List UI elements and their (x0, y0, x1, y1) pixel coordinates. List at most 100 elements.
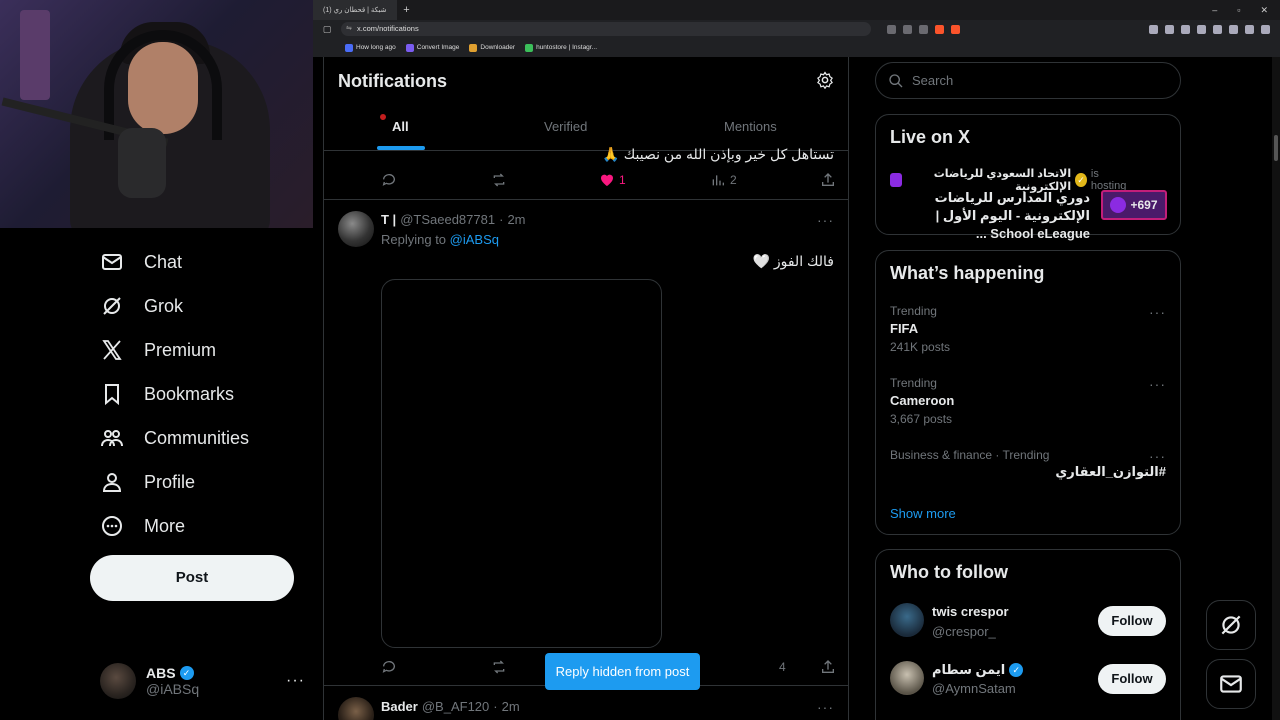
bookmark-item[interactable]: Downloader (469, 43, 516, 52)
account-handle: @iABSq (146, 681, 200, 697)
replying-to-link[interactable]: @iABSq (450, 232, 499, 247)
bookmark-item[interactable]: Convert Image (405, 43, 459, 52)
tweet-media[interactable] (381, 279, 662, 648)
tab-all[interactable]: All (392, 119, 409, 134)
tab-mentions[interactable]: Mentions (724, 119, 777, 134)
extension-icon[interactable] (1149, 24, 1158, 34)
scrollbar-thumb[interactable] (1274, 135, 1278, 161)
sidebar-item-more[interactable]: More (90, 504, 185, 548)
views-button[interactable]: 4 (779, 660, 786, 674)
wallet-icon[interactable] (1213, 24, 1222, 34)
show-more-link[interactable]: Show more (890, 506, 956, 521)
brave-rewards-icon[interactable] (951, 24, 960, 34)
url-text: x.com/notifications (357, 24, 419, 33)
search-placeholder: Search (912, 73, 954, 88)
sidebar-item-grok[interactable]: Grok (90, 284, 183, 328)
reply-icon (382, 174, 395, 186)
menu-icon[interactable] (1261, 24, 1270, 34)
tweet-author-name[interactable]: T | (381, 212, 396, 227)
views-button[interactable]: 2 (710, 172, 737, 188)
tweet-author-name[interactable]: Bader (381, 699, 418, 714)
site-info-icon[interactable]: ⇋ (346, 22, 352, 36)
browser-tab[interactable]: (1) شبكة | قحطان ري (313, 0, 397, 20)
trend-name[interactable]: #التوازن_العقاري (1055, 464, 1166, 480)
avatar[interactable] (338, 211, 374, 247)
tweet-time[interactable]: 2m (502, 699, 520, 714)
search-icon (889, 73, 903, 87)
tweet-author-handle[interactable]: @TSaeed87781 (400, 212, 495, 227)
avatar[interactable] (890, 603, 924, 637)
new-tab-button[interactable]: + (397, 4, 417, 16)
trend-name[interactable]: Cameroon (890, 393, 954, 408)
minimize-icon[interactable]: – (1212, 5, 1217, 16)
close-icon[interactable]: ✕ (1260, 5, 1268, 16)
bookmark-favicon (525, 43, 534, 52)
vpn-icon[interactable] (1245, 24, 1254, 34)
more-dots-icon[interactable]: ··· (1149, 448, 1166, 464)
sidebar-item-bookmarks[interactable]: Bookmarks (90, 372, 234, 416)
avatar[interactable] (338, 697, 374, 720)
share-button[interactable] (820, 172, 836, 188)
extension-icon[interactable] (1165, 24, 1174, 34)
replying-to: Replying to @iABSq (381, 232, 499, 247)
bookmark-page-icon[interactable]: ▢ (321, 23, 333, 35)
webcam-overlay (0, 0, 313, 228)
sidebar-item-chat[interactable]: Chat (90, 240, 182, 284)
follow-button[interactable]: Follow (1098, 606, 1166, 636)
notification-dot (380, 114, 386, 120)
repost-button[interactable] (491, 659, 507, 675)
more-dots-icon[interactable]: ··· (817, 212, 834, 228)
search-input[interactable]: Search (875, 62, 1181, 99)
zoom-icon[interactable] (903, 24, 912, 34)
sidebar-item-communities[interactable]: Communities (90, 416, 249, 460)
tweet-author-handle[interactable]: @B_AF120 (422, 699, 489, 714)
reply-button[interactable] (381, 172, 397, 188)
tweet-actions: 1 2 (381, 170, 836, 190)
sidebar-item-premium[interactable]: Premium (90, 328, 216, 372)
more-dots-icon[interactable]: ··· (286, 672, 305, 690)
reply-button[interactable] (381, 659, 397, 675)
grok-float-button[interactable] (1206, 600, 1256, 650)
maximize-icon[interactable]: ▫ (1237, 5, 1240, 16)
account-switcher[interactable]: ABS ✓ @iABSq ··· (100, 658, 315, 704)
bookmark-item[interactable]: huntostore | Instagr... (525, 43, 597, 52)
tweet-time[interactable]: 2m (507, 212, 525, 227)
url-bar[interactable]: ⇋ x.com/notifications (341, 22, 871, 36)
mail-icon (1220, 675, 1242, 693)
tab-verified[interactable]: Verified (544, 119, 587, 134)
music-icon[interactable] (1181, 24, 1190, 34)
bookmark-label: How long ago (356, 44, 396, 51)
star-icon[interactable] (919, 24, 928, 34)
trend-count: 241K posts (890, 340, 951, 354)
more-dots-icon[interactable]: ··· (1149, 376, 1166, 392)
more-dots-icon[interactable]: ··· (817, 699, 834, 715)
follow-user-name[interactable]: twis crespor (932, 604, 1009, 619)
more-dots-icon[interactable]: ··· (1149, 304, 1166, 320)
settings-icon[interactable] (816, 71, 834, 89)
avatar[interactable] (890, 661, 924, 695)
messages-float-button[interactable] (1206, 659, 1256, 709)
trend-name[interactable]: FIFA (890, 321, 918, 336)
share-button[interactable] (820, 659, 836, 675)
bookmarks-bar: How long ago Convert Image Downloader hu… (313, 38, 1280, 57)
views-icon (712, 175, 724, 186)
live-listeners-badge[interactable]: +697 (1101, 190, 1167, 220)
sidebar-icon[interactable] (1197, 24, 1206, 34)
who-to-follow-card: Who to follow twis crespor @crespor_ Fol… (875, 549, 1181, 720)
follow-button[interactable]: Follow (1098, 664, 1166, 694)
communities-icon (101, 430, 123, 447)
follow-user-name-row[interactable]: ايمن سطام ✓ (932, 662, 1024, 678)
brave-shield-icon[interactable] (935, 24, 944, 34)
bookmark-favicon (469, 43, 478, 52)
post-button[interactable]: Post (90, 555, 294, 601)
live-event-title[interactable]: دوري المدارس للرياضات الإلكترونية - اليو… (890, 189, 1090, 243)
cast-icon[interactable] (887, 24, 896, 34)
bookmark-item[interactable]: How long ago (345, 43, 396, 52)
x-logo-icon (102, 340, 122, 360)
listener-count: +697 (1130, 198, 1158, 212)
sidebar-item-profile[interactable]: Profile (90, 460, 195, 504)
bookmark-label: Downloader (480, 44, 516, 51)
download-icon[interactable] (1229, 24, 1238, 34)
repost-button[interactable] (491, 172, 507, 188)
like-button[interactable]: 1 (599, 172, 626, 188)
